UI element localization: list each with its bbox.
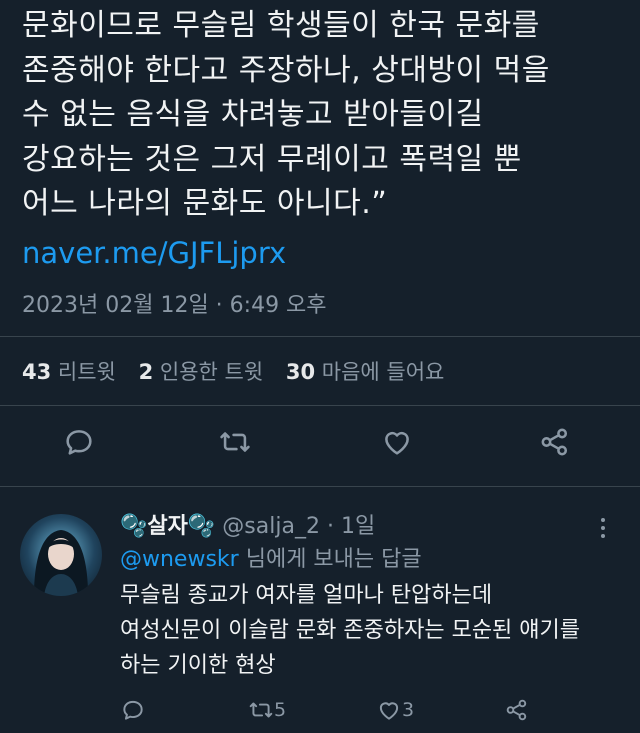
like-label: 마음에 들어요: [321, 360, 445, 384]
more-vertical-icon: [601, 518, 605, 538]
reply-share-button[interactable]: [504, 697, 530, 723]
replying-to-mention[interactable]: @wnewskr: [120, 547, 239, 572]
divider: [0, 405, 640, 406]
bubbles-emoji: 🫧: [120, 514, 148, 539]
quote-label: 인용한 트윗: [159, 360, 264, 384]
reply-handle[interactable]: @salja_2: [222, 514, 320, 539]
quote-count: 2: [138, 360, 154, 384]
reply-text: 무슬림 종교가 여자를 얼마나 탄압하는데 여성신문이 이슬람 문화 존중하자는…: [120, 583, 581, 678]
share-icon: [541, 428, 568, 456]
retweet-button[interactable]: [218, 425, 252, 459]
divider: [0, 486, 640, 487]
quote-count-link[interactable]: 2 인용한 트윗: [139, 360, 264, 384]
more-options-button[interactable]: [596, 514, 610, 548]
avatar[interactable]: [20, 514, 102, 596]
reply-time[interactable]: 1일: [341, 514, 375, 539]
bubbles-emoji: 🫧: [187, 514, 216, 539]
tweet-stats: 43 리트윗 2 인용한 트윗 30 마음에 들어요: [22, 356, 460, 386]
reply-display-name[interactable]: 🫧살자🫧: [120, 514, 215, 539]
like-count: 30: [285, 360, 316, 384]
like-button[interactable]: [380, 425, 414, 459]
retweet-count: 43: [22, 360, 52, 384]
reply-like-button[interactable]: 3: [376, 697, 414, 723]
retweet-icon: [249, 702, 273, 718]
retweet-icon: [220, 432, 250, 452]
replying-to-suffix: 님에게 보내는 답글: [238, 547, 422, 572]
like-icon: [379, 702, 399, 720]
retweet-label: 리트윗: [57, 360, 116, 384]
share-icon: [506, 699, 527, 721]
like-count-link[interactable]: 30 마음에 들어요: [286, 360, 445, 384]
replying-to-line: @wnewskr 님에게 보내는 답글: [120, 541, 422, 573]
reply-header: 🫧살자🫧 @salja_2 · 1일: [120, 508, 375, 540]
avatar-illustration: [34, 530, 88, 596]
reply-name-text: 살자: [147, 514, 188, 539]
reply-button[interactable]: [62, 425, 96, 459]
tweet-link[interactable]: naver.me/GJFLjprx: [22, 236, 286, 270]
like-icon: [385, 431, 409, 455]
divider: [0, 336, 640, 337]
reply-retweet-button[interactable]: 5: [248, 697, 286, 723]
reply-icon: [66, 430, 92, 455]
tweet-text: 문화이므로 무슬림 학생들이 한국 문화를 존중해야 한다고 주장하나, 상대방…: [22, 8, 550, 221]
twitter-thread-screen: 문화이므로 무슬림 학생들이 한국 문화를 존중해야 한다고 주장하나, 상대방…: [0, 0, 640, 733]
reply-reply-button[interactable]: [120, 697, 146, 723]
tweet-timestamp[interactable]: 2023년 02월 12일 · 6:49 오후: [22, 287, 327, 319]
reply-icon: [123, 700, 143, 720]
reply-retweet-count: 5: [274, 699, 287, 721]
retweet-count-link[interactable]: 43 리트윗: [22, 360, 116, 384]
reply-separator: ·: [326, 514, 334, 539]
share-button[interactable]: [538, 425, 572, 459]
reply-like-count: 3: [402, 699, 415, 721]
